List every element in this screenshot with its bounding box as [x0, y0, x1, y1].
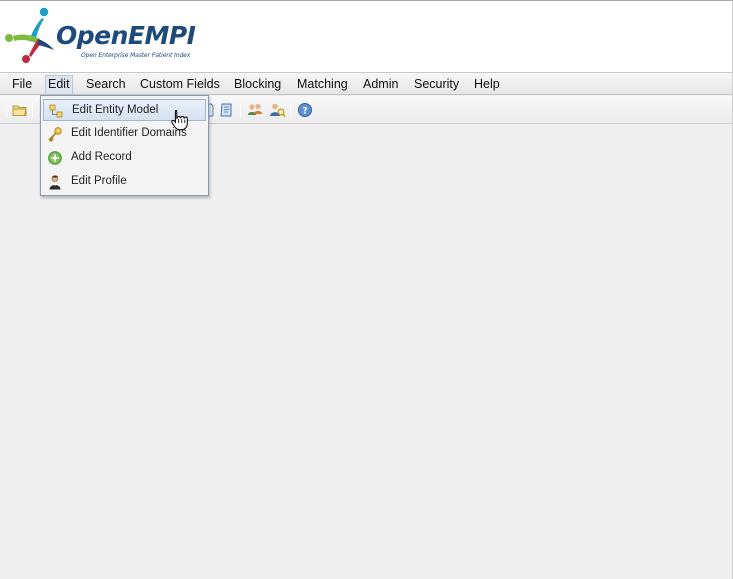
menu-custom-fields[interactable]: Custom Fields	[138, 76, 222, 93]
header: OpenEMPI Open Enterprise Master Patient …	[0, 1, 732, 73]
document-blue-icon[interactable]	[218, 101, 236, 119]
toolbar-separator	[290, 103, 291, 117]
logo-brand-text: OpenEMPI	[56, 21, 196, 50]
menu-item-label: Edit Profile	[71, 175, 127, 187]
menu-search[interactable]: Search	[84, 76, 128, 93]
menu-edit[interactable]: Edit	[45, 75, 73, 94]
menu-help[interactable]: Help	[472, 76, 502, 93]
menu-blocking[interactable]: Blocking	[232, 76, 283, 93]
menu-file[interactable]: File	[10, 76, 34, 93]
key-icon	[47, 126, 63, 143]
help-icon[interactable]: ?	[296, 101, 314, 119]
toolbar-separator	[32, 103, 33, 117]
menu-item-label: Add Record	[71, 151, 132, 163]
users-icon[interactable]	[246, 101, 264, 119]
add-circle-icon	[47, 150, 63, 166]
toolbar-separator	[240, 103, 241, 117]
menu-admin[interactable]: Admin	[361, 76, 400, 93]
menu-item-add-record[interactable]: Add Record	[43, 147, 206, 169]
menu-matching[interactable]: Matching	[295, 76, 350, 93]
menu-item-label: Edit Entity Model	[72, 104, 159, 116]
logo-figure-icon	[5, 7, 54, 63]
menu-bar: File Edit Search Custom Fields Blocking …	[0, 73, 732, 95]
hand-cursor-icon	[170, 109, 188, 131]
svg-text:?: ?	[302, 106, 307, 116]
menu-item-edit-profile[interactable]: Edit Profile	[43, 171, 206, 193]
user-profile-icon	[47, 174, 63, 190]
logo-tagline: Open Enterprise Master Patient Index	[81, 52, 191, 59]
open-folder-icon[interactable]	[11, 101, 29, 119]
entity-model-icon	[48, 103, 64, 119]
user-search-icon[interactable]	[268, 101, 286, 119]
menu-security[interactable]: Security	[412, 76, 461, 93]
toolbar-separator	[6, 103, 7, 117]
openempi-logo: OpenEMPI Open Enterprise Master Patient …	[2, 5, 196, 67]
